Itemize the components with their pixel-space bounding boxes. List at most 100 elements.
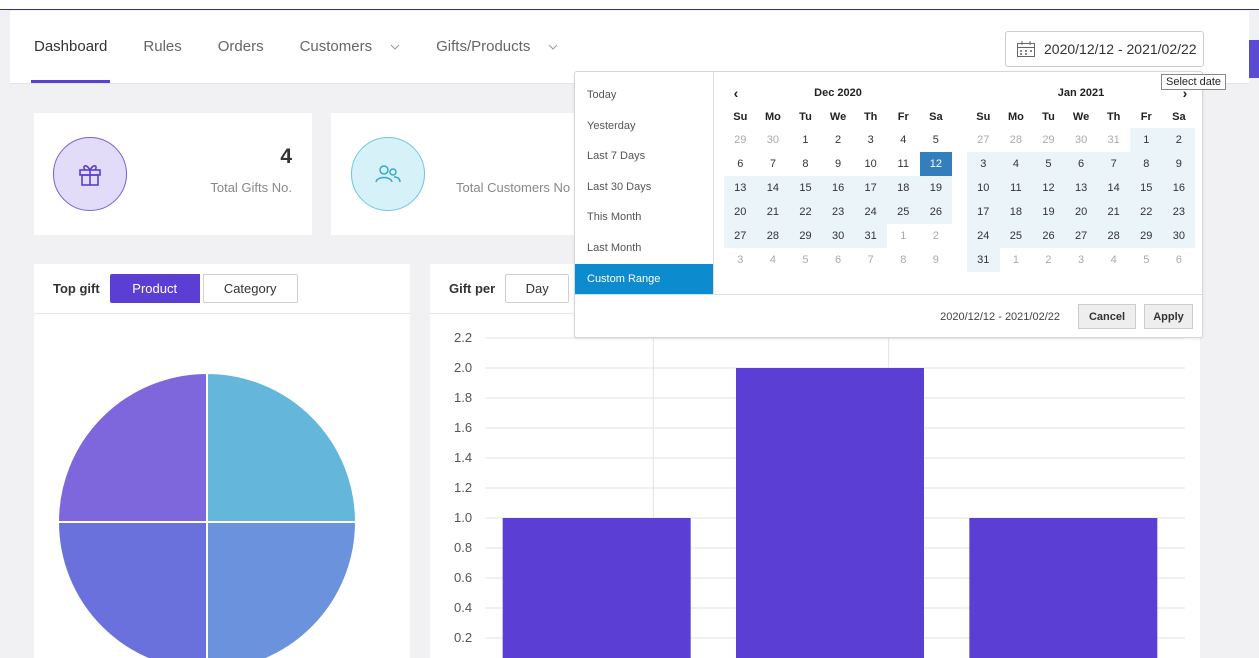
calendar-day[interactable]: 23	[1162, 200, 1196, 224]
calendar-day[interactable]: 9	[1162, 152, 1196, 176]
calendar-day[interactable]: 26	[1032, 224, 1065, 248]
range-custom[interactable]: Custom Range	[575, 263, 713, 295]
calendar-day[interactable]: 2	[1032, 248, 1065, 272]
calendar-day[interactable]: 20	[724, 200, 757, 224]
calendar-day[interactable]: 24	[854, 200, 887, 224]
calendar-day[interactable]: 2	[920, 224, 953, 248]
calendar-day[interactable]: 7	[757, 152, 790, 176]
calendar-day[interactable]: 16	[1162, 176, 1196, 200]
calendar-day[interactable]: 10	[854, 152, 887, 176]
calendar-day[interactable]: 6	[1163, 248, 1196, 272]
calendar-day[interactable]: 8	[1129, 152, 1163, 176]
calendar-day[interactable]: 7	[1097, 152, 1130, 176]
calendar-day[interactable]: 1	[1129, 128, 1163, 152]
range-yesterday[interactable]: Yesterday	[575, 111, 713, 142]
calendar-day[interactable]: 27	[967, 128, 1000, 152]
calendar-day[interactable]: 5	[920, 128, 953, 152]
calendar-day[interactable]: 27	[1064, 224, 1098, 248]
range-last-month[interactable]: Last Month	[575, 233, 713, 264]
apply-button[interactable]: Apply	[1144, 304, 1193, 329]
calendar-day[interactable]: 11	[999, 176, 1033, 200]
date-range-input[interactable]: 2020/12/12 - 2021/02/22	[1005, 31, 1204, 67]
calendar-day[interactable]: 12	[1032, 176, 1065, 200]
range-today[interactable]: Today	[575, 80, 713, 111]
calendar-day[interactable]: 22	[789, 200, 822, 224]
calendar-day[interactable]: 3	[967, 152, 1000, 176]
calendar-day[interactable]: 6	[1064, 152, 1098, 176]
calendar-day[interactable]: 31	[1097, 128, 1130, 152]
calendar-day[interactable]: 15	[1129, 176, 1163, 200]
calendar-day[interactable]: 6	[724, 152, 757, 176]
tab-product[interactable]: Product	[109, 274, 200, 303]
calendar-day[interactable]: 30	[1162, 224, 1196, 248]
calendar-day[interactable]: 4	[757, 248, 790, 272]
calendar-day[interactable]: 3	[724, 248, 757, 272]
range-this-month[interactable]: This Month	[575, 202, 713, 233]
nav-rules[interactable]: Rules	[143, 11, 181, 83]
calendar-day[interactable]: 30	[1065, 128, 1098, 152]
calendar-day[interactable]: 27	[724, 224, 757, 248]
calendar-day[interactable]: 18	[886, 176, 920, 200]
calendar-day[interactable]: 26	[919, 200, 953, 224]
calendar-day[interactable]: 29	[724, 128, 757, 152]
calendar-day[interactable]: 13	[1064, 176, 1098, 200]
calendar-day[interactable]: 19	[1032, 200, 1065, 224]
calendar-day[interactable]: 1	[1000, 248, 1033, 272]
calendar-day[interactable]: 22	[1129, 200, 1163, 224]
calendar-day[interactable]: 14	[1097, 176, 1130, 200]
calendar-day[interactable]: 23	[821, 200, 855, 224]
calendar-day[interactable]: 18	[999, 200, 1033, 224]
calendar-day[interactable]: 25	[999, 224, 1033, 248]
calendar-day[interactable]: 14	[756, 176, 790, 200]
calendar-day[interactable]: 29	[789, 224, 822, 248]
calendar-day[interactable]: 28	[1097, 224, 1130, 248]
calendar-day[interactable]: 24	[967, 224, 1000, 248]
calendar-day[interactable]: 16	[821, 176, 855, 200]
calendar-day[interactable]: 30	[821, 224, 855, 248]
calendar-day[interactable]: 2	[822, 128, 855, 152]
calendar-day[interactable]: 5	[1130, 248, 1163, 272]
calendar-day[interactable]: 29	[1129, 224, 1163, 248]
calendar-day[interactable]: 4	[1097, 248, 1130, 272]
calendar-day[interactable]: 3	[854, 128, 887, 152]
calendar-day[interactable]: 5	[1032, 152, 1065, 176]
calendar-day[interactable]: 4	[999, 152, 1033, 176]
cancel-button[interactable]: Cancel	[1078, 304, 1136, 329]
calendar-day[interactable]: 31	[854, 224, 887, 248]
calendar-day[interactable]: 1	[887, 224, 920, 248]
calendar-day[interactable]: 8	[789, 152, 822, 176]
calendar-day[interactable]: 12	[919, 152, 953, 176]
nav-dashboard[interactable]: Dashboard	[30, 11, 111, 83]
calendar-day[interactable]: 5	[789, 248, 822, 272]
calendar-day[interactable]: 7	[854, 248, 887, 272]
calendar-day[interactable]: 3	[1065, 248, 1098, 272]
calendar-day[interactable]: 15	[789, 176, 822, 200]
calendar-day[interactable]: 17	[854, 176, 887, 200]
calendar-day[interactable]: 19	[919, 176, 953, 200]
calendar-day[interactable]: 20	[1064, 200, 1098, 224]
calendar-day[interactable]: 9	[822, 152, 855, 176]
range-last-7-days[interactable]: Last 7 Days	[575, 141, 713, 172]
calendar-day[interactable]: 2	[1162, 128, 1196, 152]
nav-customers[interactable]: Customers	[300, 11, 401, 83]
calendar-day[interactable]: 8	[887, 248, 920, 272]
prev-month-icon[interactable]: ‹	[726, 80, 746, 106]
calendar-day[interactable]: 29	[1032, 128, 1065, 152]
calendar-day[interactable]: 9	[920, 248, 953, 272]
calendar-day[interactable]: 25	[886, 200, 920, 224]
calendar-day[interactable]: 30	[757, 128, 790, 152]
period-day-button[interactable]: Day	[505, 274, 570, 303]
calendar-day[interactable]: 31	[967, 248, 1000, 272]
calendar-day[interactable]: 4	[887, 128, 920, 152]
range-last-30-days[interactable]: Last 30 Days	[575, 172, 713, 203]
calendar-day[interactable]: 17	[967, 200, 1000, 224]
calendar-day[interactable]: 6	[822, 248, 855, 272]
calendar-day[interactable]: 21	[756, 200, 790, 224]
calendar-day[interactable]: 1	[789, 128, 822, 152]
calendar-day[interactable]: 28	[756, 224, 790, 248]
nav-gifts-products[interactable]: Gifts/Products	[436, 11, 558, 83]
calendar-day[interactable]: 11	[887, 152, 920, 176]
tab-category[interactable]: Category	[202, 274, 298, 303]
nav-orders[interactable]: Orders	[218, 11, 264, 83]
calendar-day[interactable]: 28	[1000, 128, 1033, 152]
